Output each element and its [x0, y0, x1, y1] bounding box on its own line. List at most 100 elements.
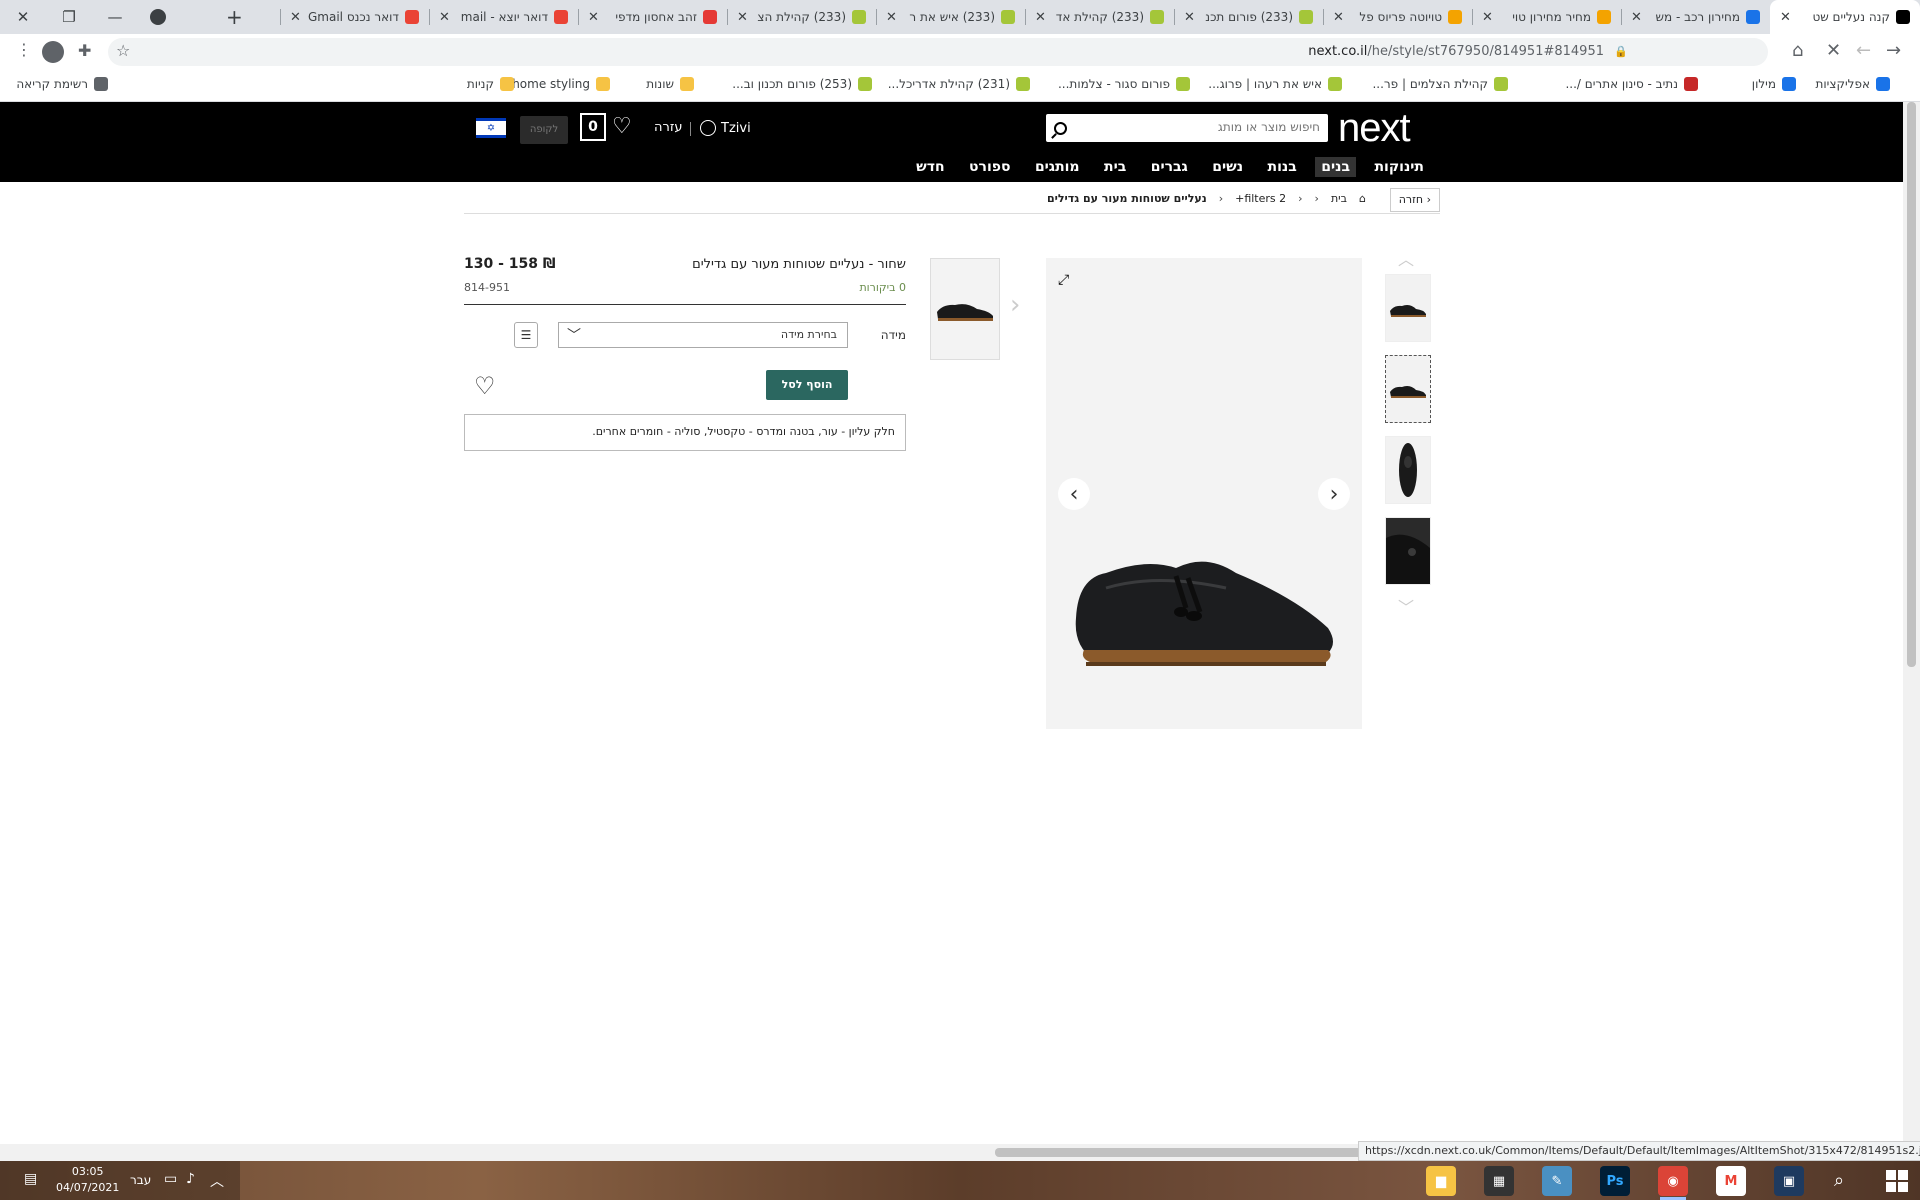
nav-item[interactable]: בנים: [1315, 157, 1357, 177]
help-link[interactable]: עזרה: [654, 120, 682, 135]
notifications-icon[interactable]: ▤: [24, 1171, 37, 1187]
chrome-icon[interactable]: ◉: [1658, 1166, 1688, 1200]
restore-window-icon[interactable]: ❐: [46, 8, 92, 26]
bookmark-item[interactable]: רשימת קריאה: [16, 77, 108, 91]
close-tab-icon[interactable]: ✕: [588, 10, 600, 25]
network-icon[interactable]: ▭: [164, 1171, 177, 1187]
thumbnail-3[interactable]: [1385, 436, 1431, 504]
bookmark-item[interactable]: קניות: [467, 77, 514, 91]
windows-start-icon[interactable]: [1886, 1170, 1908, 1192]
nav-item[interactable]: בנות: [1262, 157, 1303, 177]
product-main-image[interactable]: ⤢ ‹ ›: [1046, 258, 1362, 729]
thumbnail-1[interactable]: [1385, 274, 1431, 342]
home-icon[interactable]: ⌂: [1359, 192, 1366, 205]
thumbnail-2[interactable]: [1385, 355, 1431, 423]
stop-loading-icon[interactable]: ✕: [1826, 40, 1841, 61]
breadcrumb-item-filters[interactable]: filters 2+: [1235, 192, 1286, 205]
home-icon[interactable]: ⌂: [1792, 40, 1803, 61]
israel-flag-icon[interactable]: ✡: [476, 118, 506, 138]
gmail-icon[interactable]: M: [1716, 1166, 1746, 1196]
thumbs-down-chevron-icon[interactable]: ﹀: [1398, 594, 1414, 618]
nav-item[interactable]: תינוקות: [1368, 157, 1430, 177]
site-logo[interactable]: next: [1338, 106, 1411, 151]
close-tab-icon[interactable]: ✕: [1482, 10, 1494, 25]
bookmark-item[interactable]: מילון: [1752, 77, 1796, 91]
tray-chevron-up-icon[interactable]: ︿: [210, 1171, 224, 1191]
bookmark-item[interactable]: home styling: [512, 77, 610, 91]
browser-tab[interactable]: ✕ מחירון רכב - מש: [1621, 0, 1770, 34]
search-button[interactable]: [1046, 114, 1074, 142]
notepad-icon[interactable]: ✎: [1542, 1166, 1572, 1196]
browser-tab[interactable]: ✕ קנה נעליים שט: [1770, 0, 1920, 34]
chevron-right-icon[interactable]: ›: [1010, 290, 1020, 320]
breadcrumb-item-home[interactable]: בית: [1331, 192, 1347, 205]
browser-tab[interactable]: ✕ זהב אחסון מדפי: [578, 0, 727, 34]
alt-image-preview[interactable]: [930, 258, 1000, 360]
browser-tab[interactable]: ✕ דואר יוצא - mail: [429, 0, 578, 34]
prev-image-button[interactable]: ‹: [1058, 478, 1090, 510]
close-tab-icon[interactable]: ✕: [439, 10, 451, 25]
profile-avatar-icon[interactable]: [42, 41, 64, 63]
bookmark-item[interactable]: אפליקציות: [1816, 77, 1890, 91]
close-tab-icon[interactable]: ✕: [1035, 10, 1047, 25]
file-explorer-icon[interactable]: ▆: [1426, 1166, 1456, 1196]
tab-search-icon[interactable]: [150, 9, 166, 25]
volume-icon[interactable]: ♪: [186, 1171, 195, 1187]
bookmark-item[interactable]: (231) קהילת אדריכל...: [888, 77, 1030, 91]
extensions-icon[interactable]: ✚: [78, 41, 91, 60]
bookmark-item[interactable]: נתיב - סינון אתרים /...: [1565, 77, 1698, 91]
browser-tab[interactable]: ✕ (233) קהילת הצ: [727, 0, 876, 34]
checkout-button[interactable]: לקופה: [520, 116, 568, 144]
site-search-input[interactable]: חיפוש מוצר או מותג: [1046, 114, 1328, 142]
browser-tab[interactable]: ✕ מחיר מחירון טוי: [1472, 0, 1621, 34]
expand-icon[interactable]: ⤢: [1058, 272, 1069, 288]
menu-icon[interactable]: ⋮: [16, 40, 32, 59]
next-image-button[interactable]: ›: [1318, 478, 1350, 510]
back-button[interactable]: ‹ חזרה: [1389, 188, 1440, 212]
close-tab-icon[interactable]: ✕: [886, 10, 898, 25]
back-icon[interactable]: →: [1886, 40, 1901, 61]
browser-tab[interactable]: ✕ טויוטה פריוס פל: [1323, 0, 1472, 34]
language-indicator[interactable]: עבר: [130, 1173, 151, 1187]
new-tab-icon[interactable]: +: [226, 5, 243, 29]
bookmark-item[interactable]: קהילת הצלמים | פר...: [1372, 77, 1508, 91]
size-select[interactable]: בחירת מידה ﹀: [558, 322, 848, 348]
favorite-heart-icon[interactable]: ♡: [474, 372, 496, 400]
size-guide-ruler-icon[interactable]: ☰: [514, 322, 538, 348]
browser-tab[interactable]: ✕ (233) קהילת אד: [1025, 0, 1174, 34]
browser-tab[interactable]: ✕ (233) פורום תכנ: [1174, 0, 1323, 34]
account-link[interactable]: Tzivi: [700, 120, 751, 136]
nav-item[interactable]: חדש: [910, 157, 950, 177]
search-icon[interactable]: ⌕: [1834, 1170, 1844, 1191]
minimize-window-icon[interactable]: —: [92, 8, 138, 26]
nav-item[interactable]: בית: [1098, 157, 1132, 177]
address-bar[interactable]: 🔒 next.co.il/he/style/st767950/814951#81…: [108, 38, 1768, 66]
close-tab-icon[interactable]: ✕: [737, 10, 749, 25]
vertical-scrollbar[interactable]: [1903, 102, 1920, 1152]
bookmark-item[interactable]: פורום סגור - צלמות...: [1058, 77, 1190, 91]
browser-tab[interactable]: ✕ (233) איש את ר: [876, 0, 1025, 34]
close-tab-icon[interactable]: ✕: [1184, 10, 1196, 25]
photoshop-icon[interactable]: Ps: [1600, 1166, 1630, 1196]
thumbnail-4[interactable]: [1385, 517, 1431, 585]
scroll-thumb[interactable]: [1907, 102, 1916, 667]
calculator-icon[interactable]: ▦: [1484, 1166, 1514, 1196]
clock[interactable]: 03:05 04/07/2021: [56, 1164, 119, 1196]
close-tab-icon[interactable]: ✕: [1333, 10, 1345, 25]
close-window-icon[interactable]: ✕: [0, 8, 46, 26]
bookmark-item[interactable]: איש את רעהו | פרוג...: [1208, 77, 1342, 91]
close-tab-icon[interactable]: ✕: [290, 10, 302, 25]
bookmark-item[interactable]: שונות: [646, 77, 694, 91]
bookmark-item[interactable]: (253) פורום תכנון וב...: [732, 77, 872, 91]
nav-item[interactable]: מותגים: [1029, 157, 1086, 177]
reviews-link[interactable]: 0 ביקורות: [859, 281, 906, 294]
task-view-icon[interactable]: ▣: [1774, 1166, 1804, 1196]
shopping-bag-icon[interactable]: 0: [580, 113, 606, 141]
add-to-bag-button[interactable]: הוסף לסל: [766, 370, 848, 400]
nav-item[interactable]: נשים: [1206, 157, 1249, 177]
nav-item[interactable]: גברים: [1145, 157, 1194, 177]
browser-tab[interactable]: ✕ דואר נכנס Gmail: [280, 0, 429, 34]
thumbs-up-chevron-icon[interactable]: ︿: [1398, 246, 1414, 270]
forward-icon[interactable]: ←: [1856, 40, 1871, 61]
close-tab-icon[interactable]: ✕: [1631, 10, 1643, 25]
